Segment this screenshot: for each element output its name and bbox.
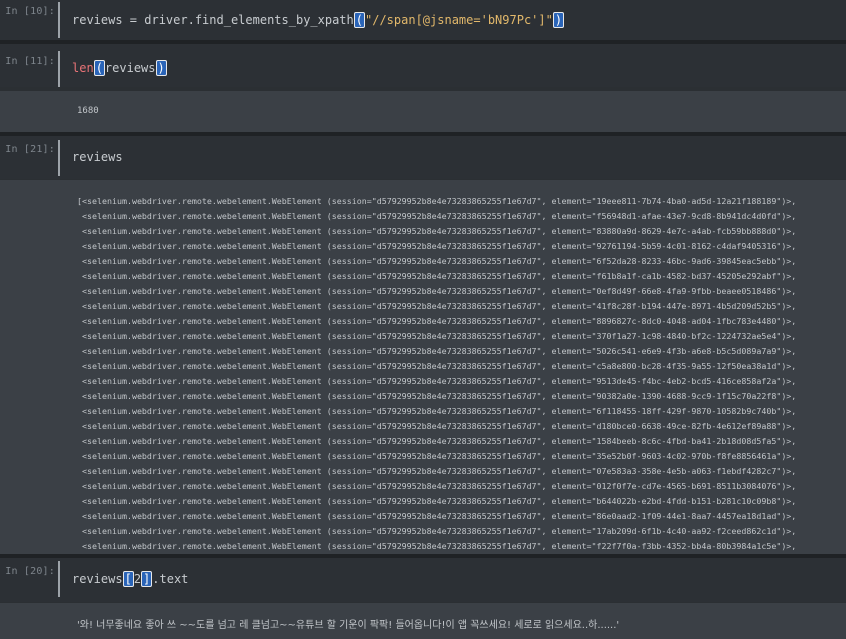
webelement-line: <selenium.webdriver.remote.webelement.We… [77, 421, 797, 431]
webelement-line: <selenium.webdriver.remote.webelement.We… [77, 496, 797, 506]
input-cell-2[interactable]: In [11]: len(reviews) [0, 44, 846, 87]
webelement-line: <selenium.webdriver.remote.webelement.We… [77, 301, 797, 311]
webelement-line: <selenium.webdriver.remote.webelement.We… [77, 211, 797, 221]
cell-prompt: In [10]: [5, 6, 55, 17]
bracket-close: ] [141, 571, 153, 587]
code-line[interactable]: reviews[2] .text [72, 571, 189, 587]
webelement-list[interactable]: [<selenium.webdriver.remote.webelement.W… [77, 194, 837, 554]
webelement-line: <selenium.webdriver.remote.webelement.We… [77, 271, 797, 281]
code-text: reviews = driver.find_elements_by_xpath [72, 13, 354, 27]
webelement-line: <selenium.webdriver.remote.webelement.We… [77, 316, 797, 326]
cell-active-bar [58, 561, 60, 597]
paren-open: ( [93, 60, 105, 76]
code-text: reviews [72, 572, 123, 586]
paren-close: ) [155, 60, 167, 76]
webelement-line: <selenium.webdriver.remote.webelement.We… [77, 361, 797, 371]
webelement-line: <selenium.webdriver.remote.webelement.We… [77, 526, 797, 536]
output-area-2: 1680 [0, 91, 846, 132]
webelement-line: <selenium.webdriver.remote.webelement.We… [77, 541, 797, 551]
code-line[interactable]: len(reviews) [72, 60, 167, 76]
code-line[interactable]: reviews [72, 150, 123, 164]
review-text-output: '와! 너무좋네요 좋아 쓰 ~~도를 넘고 레 클넘고~~유튜브 할 기운이 … [77, 620, 620, 631]
webelement-line: <selenium.webdriver.remote.webelement.We… [77, 451, 797, 461]
paren-open: ( [353, 12, 365, 28]
webelement-line: <selenium.webdriver.remote.webelement.We… [77, 436, 797, 446]
paren-close: ) [552, 12, 565, 28]
webelement-line: <selenium.webdriver.remote.webelement.We… [77, 256, 797, 266]
cell-active-bar [58, 2, 60, 38]
cell-active-bar [58, 140, 60, 176]
webelement-line: <selenium.webdriver.remote.webelement.We… [77, 391, 797, 401]
webelement-line: <selenium.webdriver.remote.webelement.We… [77, 346, 797, 356]
code-text: reviews [104, 61, 156, 75]
bracket-open: [ [122, 571, 134, 587]
webelement-line: <selenium.webdriver.remote.webelement.We… [77, 286, 797, 296]
webelement-line: <selenium.webdriver.remote.webelement.We… [77, 226, 797, 236]
webelement-line: <selenium.webdriver.remote.webelement.We… [77, 406, 797, 416]
webelement-line: <selenium.webdriver.remote.webelement.We… [77, 466, 797, 476]
cell-prompt: In [21]: [5, 144, 55, 155]
code-line[interactable]: reviews = driver.find_elements_by_xpath(… [72, 12, 565, 28]
input-cell-1[interactable]: In [10]: reviews = driver.find_elements_… [0, 0, 846, 40]
cell-prompt: In [11]: [5, 56, 55, 67]
code-function: len [72, 61, 94, 75]
cell-prompt: In [20]: [5, 566, 55, 577]
code-text: .text [152, 572, 189, 586]
code-string: "//span[@jsname='bN97Pc']" [365, 13, 553, 27]
webelement-line: <selenium.webdriver.remote.webelement.We… [77, 241, 797, 251]
webelement-line: <selenium.webdriver.remote.webelement.We… [77, 331, 797, 341]
input-cell-4[interactable]: In [20]: reviews[2] .text [0, 558, 846, 602]
webelement-line: <selenium.webdriver.remote.webelement.We… [77, 481, 797, 491]
webelement-line: <selenium.webdriver.remote.webelement.We… [77, 376, 797, 386]
input-cell-3[interactable]: In [21]: reviews [0, 136, 846, 179]
cell-active-bar [58, 51, 60, 87]
code-index: 2 [133, 572, 142, 586]
webelement-line: <selenium.webdriver.remote.webelement.We… [77, 511, 797, 521]
webelement-line: [<selenium.webdriver.remote.webelement.W… [77, 196, 797, 206]
output-text: 1680 [77, 106, 99, 116]
